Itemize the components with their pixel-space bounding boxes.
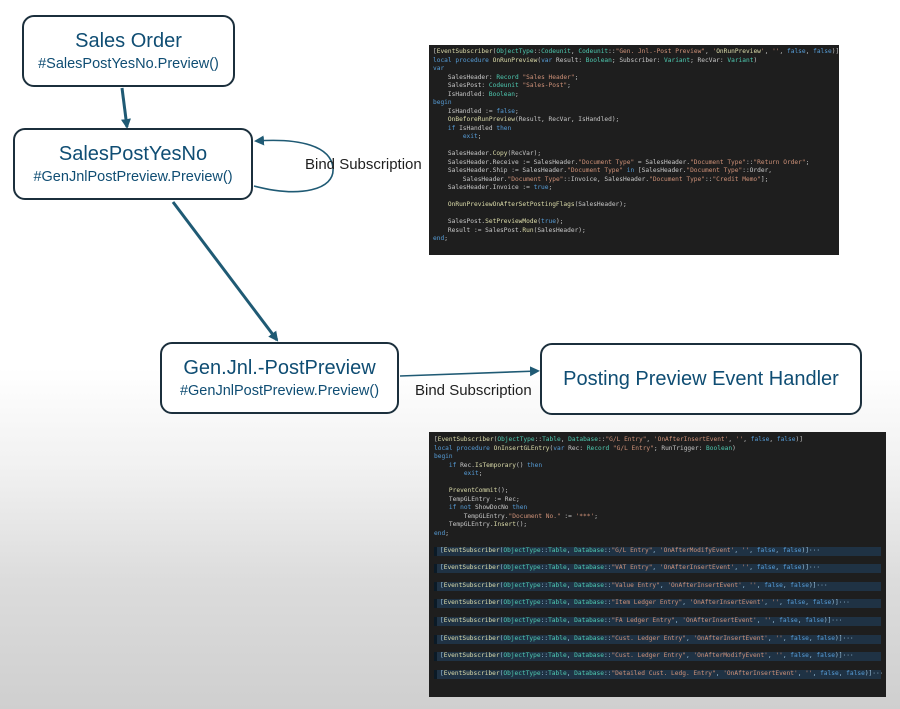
node-gen-jnl-post-preview: Gen.Jnl.-PostPreview #GenJnlPostPreview.…	[160, 342, 399, 414]
collapsed-subscriber-line[interactable]: [EventSubscriber(ObjectType::Table, Data…	[434, 581, 881, 591]
code-line: end;	[434, 529, 449, 537]
code-line: exit;	[462, 133, 482, 140]
arrow-gen-to-handler	[399, 366, 540, 377]
code-line: if not ShowDocNo then	[448, 504, 528, 511]
code-line: SalesPost.SetPreviewMode(true);	[433, 218, 564, 225]
code-line: SalesHeader.Ship := SalesHeader."Documen…	[433, 167, 773, 174]
code-line: [EventSubscriber(ObjectType::Codeunit, C…	[433, 48, 839, 55]
node-title: SalesPostYesNo	[58, 143, 208, 165]
code-line: [EventSubscriber(ObjectType::Table, Data…	[434, 436, 803, 443]
node-title: Sales Order	[75, 30, 182, 52]
node-sales-post-yes-no: SalesPostYesNo #GenJnlPostPreview.Previe…	[13, 128, 253, 200]
code-line: SalesHeader.Receive := SalesHeader."Docu…	[433, 158, 810, 166]
arrow-spyn-to-gen	[171, 201, 279, 342]
node-subtitle: #GenJnlPostPreview.Preview()	[33, 169, 233, 185]
collapsed-subscriber-line[interactable]: [EventSubscriber(ObjectType::Table, Data…	[434, 616, 881, 626]
code-line: Result := SalesPost.Run(SalesHeader);	[433, 226, 586, 234]
node-subtitle: #SalesPostYesNo.Preview()	[38, 56, 219, 72]
collapsed-subscriber-line[interactable]: [EventSubscriber(ObjectType::Table, Data…	[434, 599, 881, 609]
code-line: PreventCommit();	[448, 487, 509, 494]
code-line: local procedure OnInsertGLEntry(var Rec:…	[434, 444, 736, 452]
code-line: if IsHandled then	[447, 124, 512, 132]
code-line: begin	[434, 453, 453, 460]
code-line: IsHandled := false;	[433, 107, 519, 115]
node-posting-preview-event-handler: Posting Preview Event Handler	[540, 343, 862, 415]
code-line: if Rec.IsTemporary() then	[448, 461, 543, 469]
code-line: begin	[433, 99, 452, 106]
code-line: var	[433, 65, 445, 72]
code-line: TempGLEntry := Rec;	[434, 495, 520, 503]
code-line: OnRunPreviewOnAfterSetPostingFlags(Sales…	[447, 201, 627, 208]
node-subtitle: #GenJnlPostPreview.Preview()	[179, 383, 380, 399]
collapsed-subscriber-line[interactable]: [EventSubscriber(ObjectType::Table, Data…	[434, 564, 881, 574]
edge-label-bind-subscription: Bind Subscription	[305, 156, 422, 173]
code-line: end;	[433, 235, 448, 242]
collapsed-subscriber-line[interactable]: [EventSubscriber(ObjectType::Table, Data…	[434, 652, 881, 662]
code-line: local procedure OnRunPreview(var Result:…	[433, 56, 758, 64]
code-line: IsHandled: Boolean;	[433, 90, 519, 98]
arrow-sales-to-spyn	[120, 87, 131, 129]
code-line: SalesPost: Codeunit "Sales-Post";	[433, 82, 571, 89]
collapsed-subscriber-line[interactable]: [EventSubscriber(ObjectType::Table, Data…	[434, 634, 881, 644]
code-line: OnBeforeRunPreview(Result, RecVar, IsHan…	[447, 116, 620, 123]
node-title: Gen.Jnl.-PostPreview	[183, 357, 376, 379]
node-sales-order: Sales Order #SalesPostYesNo.Preview()	[22, 15, 235, 87]
node-title: Posting Preview Event Handler	[563, 368, 839, 390]
code-line: SalesHeader."Document Type"::Invoice, Sa…	[433, 175, 769, 183]
collapsed-subscriber-line[interactable]: [EventSubscriber(ObjectType::Table, Data…	[434, 546, 881, 556]
code-line: SalesHeader.Copy(RecVar);	[433, 150, 542, 157]
code-line: SalesHeader.Invoice := true;	[433, 184, 553, 191]
edge-label-bind-subscription: Bind Subscription	[415, 382, 532, 399]
code-line: exit;	[463, 470, 483, 477]
code-snippet-on-run-preview: [EventSubscriber(ObjectType::Codeunit, C…	[429, 45, 839, 255]
code-line: SalesHeader: Record "Sales Header";	[433, 73, 579, 81]
code-line: TempGLEntry.Insert();	[434, 521, 528, 528]
collapsed-subscriber-line[interactable]: [EventSubscriber(ObjectType::Table, Data…	[434, 669, 883, 679]
code-line: TempGLEntry."Document No." := '***';	[434, 512, 598, 520]
code-snippet-on-insert-gl-entry: [EventSubscriber(ObjectType::Table, Data…	[429, 432, 886, 697]
